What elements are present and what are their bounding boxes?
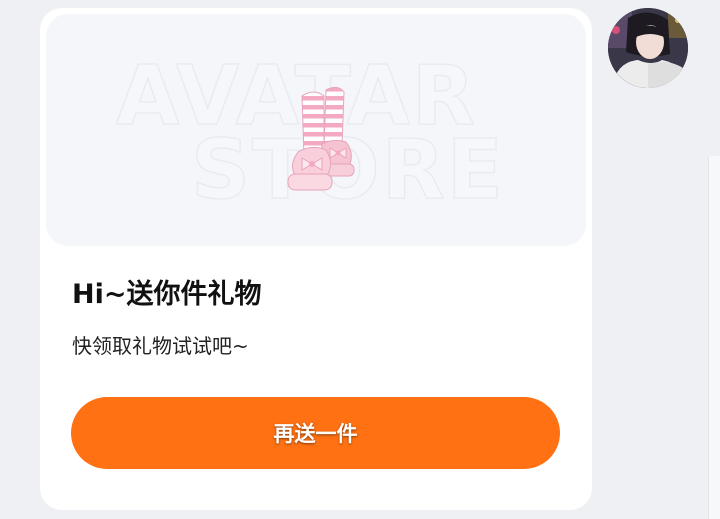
send-another-gift-button[interactable]: 再送一件 — [71, 397, 560, 469]
chat-page: AVATAR STORE — [0, 0, 720, 519]
gift-item-boots-icon — [287, 86, 355, 191]
gift-title: Hi~送你件礼物 — [72, 279, 262, 310]
avatar-photo-icon — [608, 8, 688, 88]
gift-subtitle: 快领取礼物试试吧~ — [72, 334, 249, 358]
scrollbar-track[interactable] — [708, 156, 720, 519]
sender-avatar[interactable] — [608, 8, 688, 88]
gift-preview-panel: AVATAR STORE — [46, 14, 586, 246]
gift-message-card[interactable]: AVATAR STORE — [40, 8, 592, 510]
